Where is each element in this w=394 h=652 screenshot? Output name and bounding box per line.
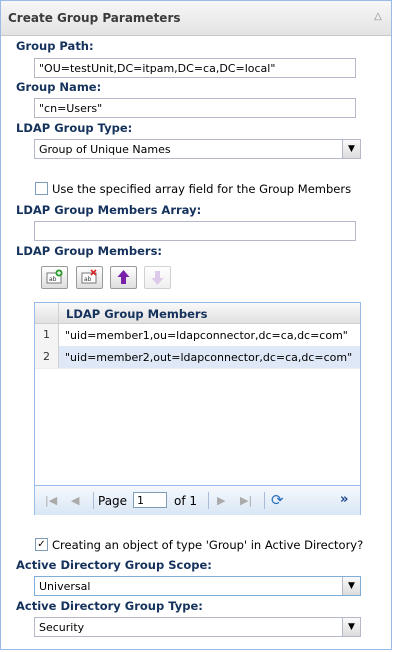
paging-toolbar: |◀ ◀ Page 1 of 1 ▶ ▶| ⟳ » [35,485,360,515]
page-label: Page [98,494,128,508]
ad-type-select[interactable]: Security ▼ [34,617,361,637]
first-page-icon[interactable]: |◀ [45,494,57,507]
grid-header: LDAP Group Members [35,303,360,324]
ad-scope-label: Active Directory Group Scope: [16,558,212,572]
move-up-button[interactable] [110,266,137,289]
panel-title: Create Group Parameters [8,11,181,25]
ad-group-label: Creating an object of type 'Group' in Ac… [52,538,364,552]
use-array-checkbox[interactable] [35,182,48,195]
member-cell[interactable]: "uid=member1,ou=ldapconnector,dc=ca,dc=c… [65,329,348,342]
members-grid: LDAP Group Members 1 "uid=member1,ou=lda… [34,302,361,515]
group-name-label: Group Name: [16,80,102,94]
dropdown-arrow-icon[interactable]: ▼ [342,140,360,158]
member-cell[interactable]: "uid=member2,out=ldapconnector,dc=ca,dc=… [65,351,352,364]
row-number: 1 [35,324,59,346]
group-name-input[interactable]: "cn=Users" [34,98,356,118]
arrow-up-icon [117,270,130,284]
page-count: of 1 [174,494,198,508]
move-down-button[interactable] [144,266,171,289]
members-array-input[interactable] [34,221,356,241]
ldap-group-type-label: LDAP Group Type: [16,121,133,135]
add-row-icon: ab [46,269,63,284]
next-page-icon[interactable]: ▶ [217,494,225,507]
ad-type-value: Security [39,621,85,634]
page-number-input[interactable]: 1 [133,492,167,508]
delete-row-icon: ab [81,269,97,284]
arrow-down-icon [151,271,164,285]
last-page-icon[interactable]: ▶| [240,494,252,507]
members-array-label: LDAP Group Members Array: [16,203,202,217]
dropdown-arrow-icon[interactable]: ▼ [342,618,360,636]
collapse-icon[interactable]: △ [371,10,385,24]
table-row[interactable]: 1 "uid=member1,ou=ldapconnector,dc=ca,dc… [35,324,360,347]
ldap-group-type-select[interactable]: Group of Unique Names ▼ [34,139,361,159]
ad-scope-select[interactable]: Universal ▼ [34,576,361,596]
svg-text:ab: ab [84,276,92,283]
group-path-input[interactable]: "OU=testUnit,DC=itpam,DC=ca,DC=local" [34,58,356,78]
dropdown-arrow-icon[interactable]: ▼ [342,577,360,595]
ad-scope-value: Universal [39,580,91,593]
row-number: 2 [35,346,59,368]
ad-group-checkbox[interactable]: ✓ [35,538,48,551]
members-label: LDAP Group Members: [16,244,163,258]
svg-text:ab: ab [49,276,57,283]
prev-page-icon[interactable]: ◀ [71,494,79,507]
row-number-header [35,303,59,323]
ad-type-label: Active Directory Group Type: [16,599,203,613]
use-array-label: Use the specified array field for the Gr… [52,182,352,196]
group-path-label: Group Path: [16,39,94,53]
create-group-panel: Create Group Parameters △ Group Path: "O… [0,0,392,650]
panel-header: Create Group Parameters △ [1,1,391,36]
table-row[interactable]: 2 "uid=member2,out=ldapconnector,dc=ca,d… [35,346,360,369]
ldap-group-type-value: Group of Unique Names [39,143,171,156]
refresh-icon[interactable]: ⟳ [271,491,284,509]
more-icon[interactable]: » [340,492,348,507]
add-row-button[interactable]: ab [41,266,68,289]
delete-row-button[interactable]: ab [76,266,103,289]
members-column-header[interactable]: LDAP Group Members [66,307,207,321]
